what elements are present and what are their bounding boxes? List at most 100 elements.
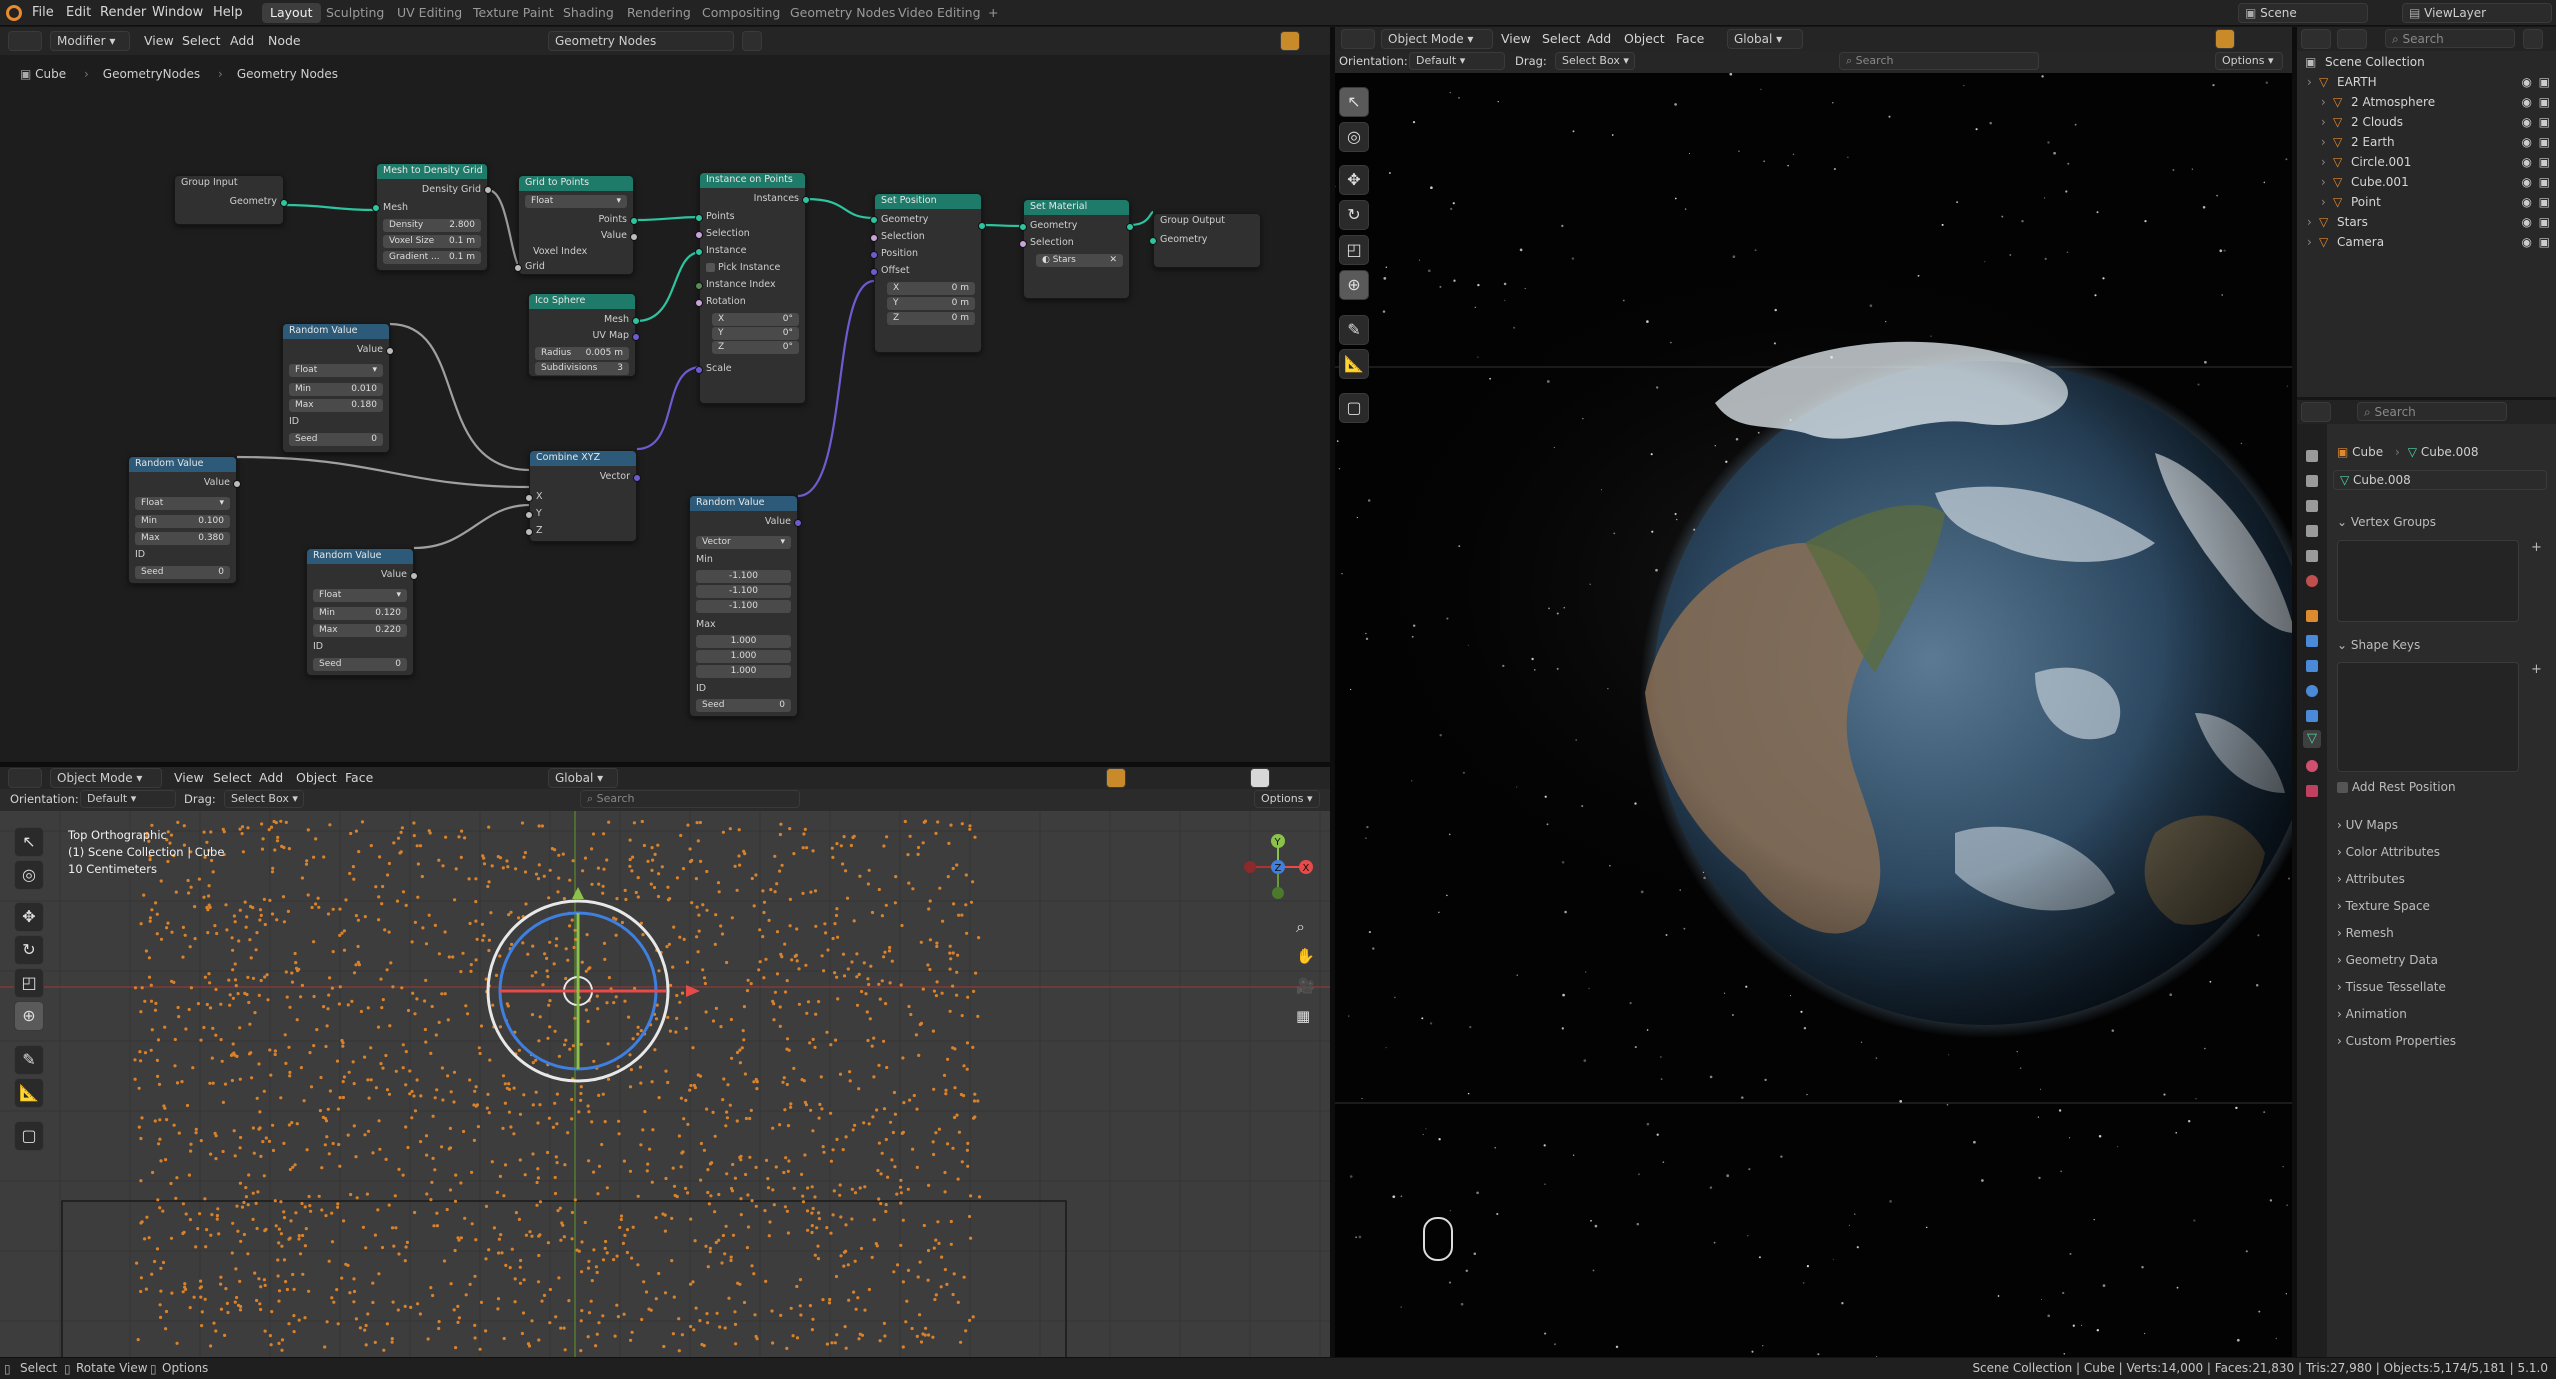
display-mode-icon[interactable] — [2337, 29, 2367, 49]
socket-geometry-in[interactable] — [870, 216, 878, 224]
min-field[interactable]: Min 0.010 — [289, 383, 383, 396]
node-combine-xyz[interactable]: Combine XYZ Vector X Y Z — [525, 450, 641, 542]
object-tab-icon[interactable] — [2306, 610, 2318, 622]
node-set-position[interactable]: Set Position Geometry Selection Position… — [870, 193, 986, 353]
search-input[interactable]: ⌕ Search — [1839, 52, 2039, 70]
expand-icon[interactable]: › — [2321, 195, 2326, 209]
seed-field[interactable]: Seed 0 — [696, 699, 791, 712]
socket-y[interactable] — [525, 511, 533, 519]
node-grid-to-points[interactable]: Grid to Points Float ▾ Points Value Voxel… — [514, 175, 638, 275]
offset-x-field[interactable]: X0 m — [887, 282, 975, 295]
socket-points[interactable] — [630, 217, 638, 225]
outliner-item[interactable]: › ▽ Camera ◉ ▣ — [2297, 235, 2556, 255]
add-workspace-button[interactable]: + — [980, 3, 1006, 23]
drag-selector[interactable]: Select Box ▾ — [1555, 52, 1635, 70]
menu-help[interactable]: Help — [213, 5, 243, 20]
scale-tool[interactable]: ◰ — [14, 968, 44, 998]
data-type-select[interactable]: Float ▾ — [525, 195, 627, 208]
socket-position[interactable] — [870, 251, 878, 259]
node-random-value[interactable]: Random Value Value Float ▾ Min 0.010 Max 0.… — [282, 323, 394, 453]
socket-instance[interactable] — [695, 248, 703, 256]
annotate-tool[interactable]: ✎ — [1339, 315, 1369, 345]
seed-field[interactable]: Seed 0 — [289, 433, 383, 446]
render-camera-icon[interactable]: ▣ — [2539, 195, 2550, 209]
node-random-value[interactable]: Random Value Value Float ▾ Min 0.100 Max 0.… — [128, 456, 241, 584]
menu-object[interactable]: Object — [1624, 31, 1665, 46]
socket-selection[interactable] — [1019, 240, 1027, 248]
menu-select[interactable]: Select — [213, 770, 252, 785]
editor-type-icon[interactable] — [8, 768, 42, 788]
editor-type-icon[interactable] — [2301, 402, 2331, 422]
socket-selection[interactable] — [870, 234, 878, 242]
socket-value[interactable] — [386, 347, 394, 355]
expand-icon[interactable]: › — [2321, 95, 2326, 109]
physics-tab-icon[interactable] — [2306, 685, 2318, 697]
max-field[interactable]: Max 0.220 — [313, 624, 407, 637]
rotate-tool[interactable]: ↻ — [1339, 200, 1369, 230]
socket-z[interactable] — [525, 528, 533, 536]
socket-geometry[interactable] — [1149, 237, 1157, 245]
options-button[interactable]: Options ▾ — [2215, 52, 2283, 70]
visibility-eye-icon[interactable]: ◉ — [2522, 235, 2532, 249]
scale-tool[interactable]: ◰ — [1339, 235, 1369, 265]
menu-face[interactable]: Face — [345, 770, 373, 785]
menu-object[interactable]: Object — [296, 770, 337, 785]
measure-tool[interactable]: 📐 — [14, 1078, 44, 1108]
node-random-value-vector[interactable]: Random Value Value Vector ▾ Min -1.100 -1… — [689, 495, 802, 717]
panel-shape-keys[interactable]: ⌄ Shape Keys — [2337, 638, 2420, 652]
menu-edit[interactable]: Edit — [66, 5, 91, 20]
render-camera-icon[interactable]: ▣ — [2539, 235, 2550, 249]
visibility-eye-icon[interactable]: ◉ — [2522, 155, 2532, 169]
expand-icon[interactable]: › — [2307, 215, 2312, 229]
rotation-x-field[interactable]: X 0° — [712, 313, 799, 326]
max-field[interactable]: Max 0.180 — [289, 399, 383, 412]
transform-tool[interactable]: ⊕ — [1339, 270, 1369, 300]
camera-view-icon[interactable]: 🎥 — [1296, 977, 1315, 995]
subdivisions-field[interactable]: Subdivisions 3 — [535, 362, 629, 375]
panel-section[interactable]: › Tissue Tessellate — [2337, 980, 2446, 994]
socket-geometry-in[interactable] — [1019, 223, 1027, 231]
data-type-select[interactable]: Float ▾ — [289, 364, 383, 377]
scene-tab-icon[interactable] — [2306, 550, 2318, 562]
density-field[interactable]: Density 2.800 — [383, 219, 481, 232]
tab-compositing[interactable]: Compositing — [694, 3, 788, 23]
render-camera-icon[interactable]: ▣ — [2539, 115, 2550, 129]
offset-y-field[interactable]: Y0 m — [887, 297, 975, 310]
rotation-y-field[interactable]: Y 0° — [712, 327, 799, 340]
constraints-tab-icon[interactable] — [2306, 710, 2318, 722]
socket-value[interactable] — [233, 480, 241, 488]
max-y-field[interactable]: 1.000 — [696, 650, 791, 663]
expand-icon[interactable]: › — [2321, 115, 2326, 129]
data-type-select[interactable]: Vector ▾ — [696, 536, 791, 549]
shape-keys-list[interactable] — [2337, 662, 2519, 772]
socket-geometry-out[interactable] — [978, 222, 986, 230]
offset-z-field[interactable]: Z0 m — [887, 312, 975, 325]
node-random-value[interactable]: Random Value Value Float ▾ Min 0.120 Max 0.… — [306, 548, 418, 676]
panel-section[interactable]: › Custom Properties — [2337, 1034, 2456, 1048]
outliner-item[interactable]: › ▽ Circle.001 ◉ ▣ — [2297, 155, 2556, 175]
orientation-selector[interactable]: Default ▾ — [80, 790, 176, 808]
particles-tab-icon[interactable] — [2306, 660, 2318, 672]
node-ico-sphere[interactable]: Ico Sphere Mesh UV Map Radius 0.005 m Sub… — [528, 293, 640, 377]
panel-section[interactable]: › UV Maps — [2337, 818, 2398, 832]
mode-selector[interactable]: Object Mode ▾ — [1381, 29, 1493, 49]
search-input[interactable]: ⌕ Search — [580, 790, 800, 808]
panel-section[interactable]: › Geometry Data — [2337, 953, 2438, 967]
seed-field[interactable]: Seed 0 — [135, 566, 230, 579]
render-camera-icon[interactable]: ▣ — [2539, 155, 2550, 169]
orientation-selector[interactable]: Default ▾ — [1409, 52, 1505, 70]
menu-render[interactable]: Render — [100, 5, 146, 20]
socket-geometry[interactable] — [280, 199, 288, 207]
socket-uv-map[interactable] — [632, 333, 640, 341]
seed-field[interactable]: Seed 0 — [313, 658, 407, 671]
panel-section[interactable]: › Animation — [2337, 1007, 2407, 1021]
visibility-eye-icon[interactable]: ◉ — [2522, 215, 2532, 229]
expand-icon[interactable]: › — [2321, 135, 2326, 149]
options-button[interactable]: Options ▾ — [1254, 790, 1320, 808]
add-cube-tool[interactable]: ▢ — [14, 1121, 44, 1151]
select-box-tool[interactable]: ↖ — [1339, 87, 1369, 117]
outliner-item[interactable]: › ▽ Point ◉ ▣ — [2297, 195, 2556, 215]
menu-view[interactable]: View — [1501, 31, 1531, 46]
drag-selector[interactable]: Select Box ▾ — [224, 790, 304, 808]
menu-view[interactable]: View — [174, 770, 204, 785]
